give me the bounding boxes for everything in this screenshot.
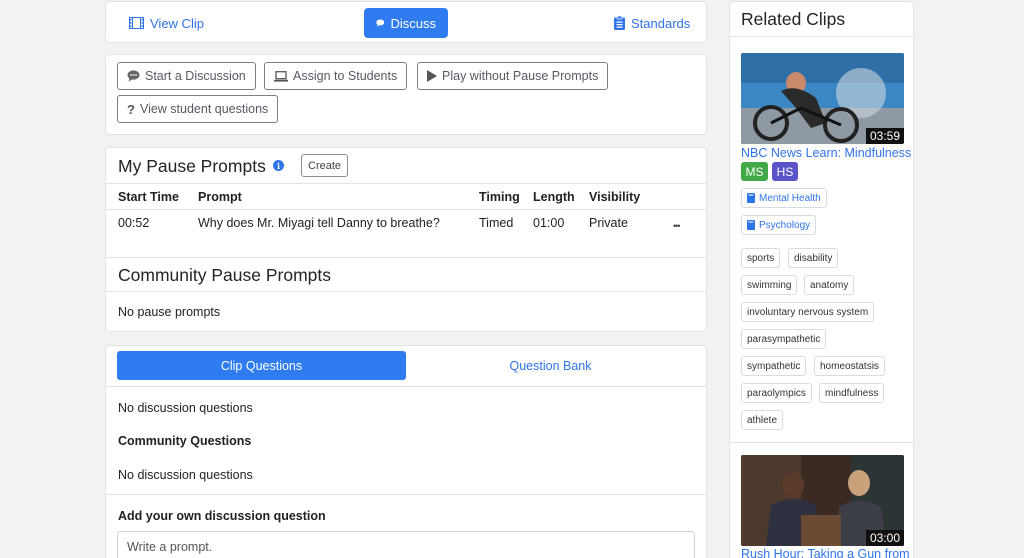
tab-discuss[interactable]: Discuss (364, 8, 448, 38)
divider (106, 209, 706, 210)
book-icon (747, 220, 755, 230)
tab-discuss-label: Discuss (390, 15, 436, 31)
discussion-actions: Start a Discussion Assign to Students Pl… (105, 54, 707, 135)
community-pause-prompts-title: Community Pause Prompts (118, 265, 331, 285)
community-questions-heading: Community Questions (118, 434, 252, 448)
divider (730, 442, 913, 443)
subject-label: Psychology (759, 219, 811, 231)
clip-thumbnail[interactable]: 03:00 (741, 455, 904, 546)
tag-disability[interactable]: disability (788, 248, 839, 268)
tag-paraolympics[interactable]: paraolympics (741, 383, 812, 403)
book-icon (747, 193, 755, 203)
divider (106, 291, 706, 292)
grade-badge-hs: HS (772, 162, 798, 181)
start-discussion-label: Start a Discussion (145, 69, 246, 83)
start-discussion-button[interactable]: Start a Discussion (117, 62, 256, 90)
tab-standards-label: Standards (631, 15, 691, 31)
tag-swimming[interactable]: swimming (741, 275, 798, 295)
prompt-length: 01:00 (533, 216, 565, 230)
tab-view-clip[interactable]: View Clip (129, 8, 204, 38)
tag-involuntary-nervous-system[interactable]: involuntary nervous system (741, 302, 875, 322)
tag-mindfulness[interactable]: mindfulness (819, 383, 885, 403)
tab-clip-questions[interactable]: Clip Questions (117, 351, 406, 380)
tag-anatomy[interactable]: anatomy (804, 275, 855, 295)
tag-sports[interactable]: sports (741, 248, 781, 268)
laptop-icon (274, 70, 288, 82)
divider (106, 494, 706, 495)
clip-thumbnail[interactable]: 03:59 (741, 53, 904, 144)
tag-athlete[interactable]: athlete (741, 410, 784, 430)
grade-badge-ms: MS (741, 162, 768, 181)
create-prompt-button[interactable]: Create (301, 154, 349, 177)
column-visibility: Visibility (589, 190, 641, 204)
pause-prompts-panel: My Pause Prompts i Create Start Time Pro… (105, 147, 707, 332)
clip-title-link[interactable]: NBC News Learn: Mindfulness (741, 146, 911, 160)
clip-title-link[interactable]: Rush Hour: Taking a Gun from (741, 547, 910, 558)
no-pause-prompts-text: No pause prompts (118, 305, 221, 319)
film-icon (129, 17, 144, 29)
divider (106, 257, 706, 258)
tag-homeostatsis[interactable]: homeostatsis (814, 356, 885, 376)
speech-bubble-icon (376, 19, 385, 27)
tag-sympathetic[interactable]: sympathetic (741, 356, 807, 376)
tag-parasympathetic[interactable]: parasympathetic (741, 329, 827, 349)
prompt-start-time-link[interactable]: 00:52 (118, 216, 149, 230)
clip-duration: 03:00 (865, 530, 904, 546)
play-icon (427, 70, 437, 82)
column-timing: Timing (479, 190, 520, 204)
clipboard-icon (614, 16, 625, 30)
tab-view-clip-label: View Clip (150, 15, 204, 31)
view-student-questions-button[interactable]: ? View student questions (117, 95, 279, 123)
related-clips-title: Related Clips (741, 9, 846, 29)
column-length: Length (533, 190, 575, 204)
my-pause-prompts-title: My Pause Prompts (118, 156, 266, 176)
tab-question-bank[interactable]: Question Bank (406, 351, 695, 380)
no-clip-questions-text: No discussion questions (118, 401, 253, 415)
column-prompt: Prompt (198, 190, 242, 204)
no-community-questions-text: No discussion questions (118, 468, 253, 482)
assign-students-label: Assign to Students (293, 69, 398, 83)
more-options-icon[interactable]: ••• (673, 221, 681, 231)
comment-icon (127, 70, 140, 82)
play-without-prompts-label: Play without Pause Prompts (442, 69, 599, 83)
question-mark-icon: ? (127, 101, 135, 117)
divider (106, 386, 706, 387)
add-question-heading: Add your own discussion question (118, 509, 326, 523)
clip-tab-bar: View Clip Discuss Standards (105, 1, 707, 43)
assign-students-button[interactable]: Assign to Students (264, 62, 408, 90)
discussion-question-input[interactable]: Write a prompt. (117, 531, 695, 558)
questions-panel: Clip Questions Question Bank No discussi… (105, 345, 707, 558)
column-start-time: Start Time (118, 190, 179, 204)
subject-label: Mental Health (759, 192, 821, 204)
tab-standards[interactable]: Standards (614, 8, 690, 38)
play-without-prompts-button[interactable]: Play without Pause Prompts (417, 62, 609, 90)
subject-tag-mental-health[interactable]: Mental Health (741, 188, 827, 208)
clip-duration: 03:59 (865, 128, 904, 144)
related-clips-sidebar: Related Clips 03:59 NBC News Learn: Mind… (729, 1, 914, 558)
prompt-text: Why does Mr. Miyagi tell Danny to breath… (198, 216, 440, 230)
subject-tag-psychology[interactable]: Psychology (741, 215, 817, 235)
divider (730, 36, 913, 37)
view-student-questions-label: View student questions (139, 102, 269, 116)
divider (106, 183, 706, 184)
info-icon[interactable]: i (273, 160, 284, 171)
prompt-visibility: Private (589, 216, 628, 230)
prompt-timing: Timed (479, 216, 514, 230)
